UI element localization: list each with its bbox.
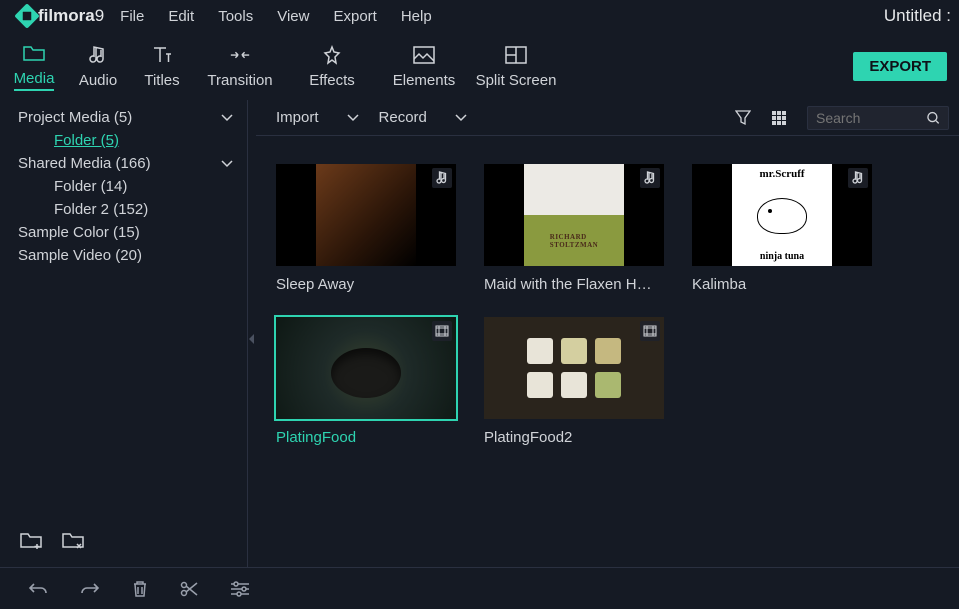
export-button[interactable]: EXPORT (853, 52, 947, 81)
menu-view[interactable]: View (277, 8, 309, 25)
trash-icon[interactable] (132, 580, 148, 598)
chevron-down-icon (221, 160, 233, 168)
sidebar: Project Media (5) Folder (5) Shared Medi… (0, 100, 248, 567)
media-label: PlatingFood (276, 429, 456, 446)
tab-audio[interactable]: Audio (68, 36, 128, 96)
tab-splitscreen[interactable]: Split Screen (472, 36, 560, 96)
music-note-icon (432, 168, 452, 188)
tab-splitscreen-label: Split Screen (476, 72, 557, 89)
import-dropdown[interactable]: Import (276, 109, 359, 126)
media-thumbnail: mr.Scruff ninja tuna (692, 164, 872, 266)
content-toolbar: Import Record (256, 100, 959, 136)
redo-icon[interactable] (80, 581, 100, 597)
tree-folder[interactable]: Folder (14) (0, 175, 247, 198)
media-label: Sleep Away (276, 276, 456, 293)
content-panel: Import Record Sleep Away (256, 100, 959, 567)
scissors-icon[interactable] (180, 580, 198, 598)
film-icon (432, 321, 452, 341)
import-label: Import (276, 109, 319, 126)
tab-transition-label: Transition (207, 72, 272, 89)
record-dropdown[interactable]: Record (379, 109, 467, 126)
tab-elements[interactable]: Elements (380, 36, 468, 96)
tab-titles[interactable]: Titles (132, 36, 192, 96)
media-label: PlatingFood2 (484, 429, 664, 446)
tree-folder-selected[interactable]: Folder (5) (0, 129, 247, 152)
remove-folder-icon[interactable] (62, 531, 84, 549)
tab-media-label: Media (14, 70, 55, 91)
tree-label: Folder 2 (152) (54, 201, 148, 218)
media-card[interactable]: Sleep Away (276, 164, 456, 293)
new-folder-icon[interactable] (20, 531, 42, 549)
effects-icon (321, 44, 343, 66)
tree-label: Project Media (5) (18, 109, 132, 126)
menu-tools[interactable]: Tools (218, 8, 253, 25)
undo-icon[interactable] (28, 581, 48, 597)
media-card[interactable]: PlatingFood (276, 317, 456, 446)
music-note-icon (87, 44, 109, 66)
media-card[interactable]: PlatingFood2 (484, 317, 664, 446)
project-title: Untitled : (884, 6, 951, 26)
tree-sample-color[interactable]: Sample Color (15) (0, 221, 247, 244)
media-thumbnail (276, 317, 456, 419)
tree-sample-video[interactable]: Sample Video (20) (0, 244, 247, 267)
tree-project-media[interactable]: Project Media (5) (0, 106, 247, 129)
media-thumbnail: RICHARDSTOLTZMAN (484, 164, 664, 266)
folder-icon (23, 42, 45, 64)
media-card[interactable]: mr.Scruff ninja tuna Kalimba (692, 164, 872, 293)
tree-shared-media[interactable]: Shared Media (166) (0, 152, 247, 175)
search-icon (927, 111, 940, 125)
tab-titles-label: Titles (144, 72, 179, 89)
media-thumbnail (276, 164, 456, 266)
tree-folder2[interactable]: Folder 2 (152) (0, 198, 247, 221)
film-icon (640, 321, 660, 341)
menu-edit[interactable]: Edit (168, 8, 194, 25)
grid-view-icon[interactable] (771, 110, 787, 126)
tab-effects[interactable]: Effects (288, 36, 376, 96)
chevron-down-icon (455, 114, 467, 122)
main-area: Project Media (5) Folder (5) Shared Medi… (0, 100, 959, 567)
tab-elements-label: Elements (393, 72, 456, 89)
media-card[interactable]: RICHARDSTOLTZMAN Maid with the Flaxen H… (484, 164, 664, 293)
panel-resize-handle[interactable] (248, 100, 256, 567)
tree-label: Shared Media (166) (18, 155, 151, 172)
tab-effects-label: Effects (309, 72, 355, 89)
menu-file[interactable]: File (120, 8, 144, 25)
image-icon (413, 44, 435, 66)
menu-export[interactable]: Export (333, 8, 376, 25)
chevron-down-icon (347, 114, 359, 122)
media-label: Kalimba (692, 276, 872, 293)
tab-media[interactable]: Media (4, 36, 64, 96)
titlebar: filmora9 File Edit Tools View Export Hel… (0, 0, 959, 32)
tree-label: Folder (14) (54, 178, 127, 195)
search-box[interactable] (807, 106, 949, 130)
text-icon (151, 44, 173, 66)
sidebar-actions (0, 519, 247, 561)
menu-help[interactable]: Help (401, 8, 432, 25)
logo-icon (14, 3, 39, 28)
filter-icon[interactable] (735, 110, 751, 126)
app-logo: filmora9 (18, 6, 104, 26)
music-note-icon (640, 168, 660, 188)
tree-label: Folder (5) (54, 132, 119, 149)
media-grid: Sleep Away RICHARDSTOLTZMAN Maid with th… (256, 136, 959, 474)
transition-icon (229, 44, 251, 66)
main-toolbar: Media Audio Titles Transition Effects El… (0, 32, 959, 100)
search-input[interactable] (816, 110, 927, 126)
tab-transition[interactable]: Transition (196, 36, 284, 96)
record-label: Record (379, 109, 427, 126)
splitscreen-icon (505, 44, 527, 66)
chevron-down-icon (221, 114, 233, 122)
media-label: Maid with the Flaxen H… (484, 276, 664, 293)
app-name: filmora9 (38, 6, 104, 26)
tree-label: Sample Video (20) (18, 247, 142, 264)
music-note-icon (848, 168, 868, 188)
tab-audio-label: Audio (79, 72, 117, 89)
bottom-toolbar (0, 567, 959, 609)
tree-label: Sample Color (15) (18, 224, 140, 241)
settings-sliders-icon[interactable] (230, 581, 250, 597)
menu-bar: File Edit Tools View Export Help (120, 8, 432, 25)
media-thumbnail (484, 317, 664, 419)
